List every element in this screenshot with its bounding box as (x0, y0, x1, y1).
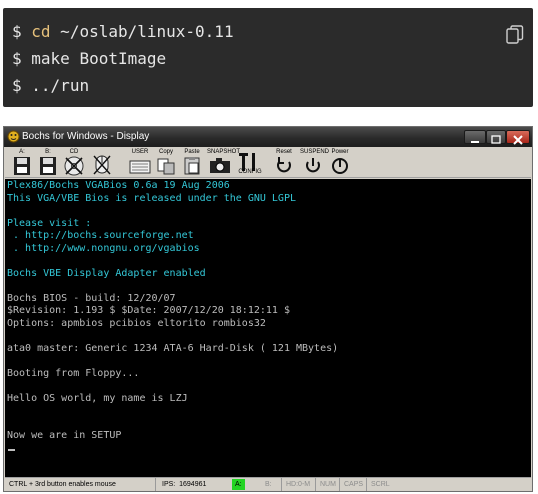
maximize-icon (491, 135, 501, 144)
hd-indicator: HD:0-M (281, 478, 310, 491)
floppy-a-button[interactable]: A: (9, 149, 35, 176)
suspend-button[interactable]: SUSPEND (300, 149, 329, 176)
command-make: make BootImage (31, 49, 167, 68)
title-bar[interactable]: Bochs for Windows - Display (4, 127, 532, 147)
command-cd: cd (31, 22, 51, 41)
caps-lock-indicator: CAPS (339, 478, 363, 491)
user-icon (129, 160, 151, 174)
num-lock-indicator: NUM (315, 478, 336, 491)
copy-toolbar-button[interactable]: Copy (153, 149, 179, 176)
screen-line: . http://www.nongnu.org/vgabios (7, 242, 200, 254)
copy-icon (506, 25, 524, 44)
screen-line: Hello OS world, my name is LZJ (7, 392, 188, 404)
reset-button[interactable]: Reset (271, 149, 297, 176)
command-run: ../run (31, 76, 90, 95)
screen-line: Bochs BIOS - build: 12/20/07 (7, 292, 176, 304)
prompt-symbol: $ (12, 22, 22, 41)
screen-line: Please visit : (7, 217, 92, 229)
floppy-a-icon (14, 157, 30, 175)
drive-b-indicator: B: (265, 481, 272, 488)
scroll-lock-indicator: SCRL (366, 478, 390, 491)
floppy-b-button[interactable]: B: (35, 149, 61, 176)
mouse-button[interactable] (89, 149, 115, 176)
bochs-window: Bochs for Windows - Display A: B: CD USE… (3, 126, 533, 492)
screen-line: Plex86/Bochs VGABios 0.6a 19 Aug 2006 (7, 180, 230, 191)
screen-line: Booting from Floppy... (7, 367, 140, 379)
ips-counter: IPS: 1694961 (155, 478, 206, 491)
code-line-make: $ make BootImage (12, 48, 166, 70)
code-line-cd: $ cd ~/oslab/linux-0.11 (12, 21, 234, 43)
screen-line: Bochs VBE Display Adapter enabled (7, 267, 206, 279)
suspend-icon (306, 158, 320, 173)
mouse-hint: CTRL + 3rd button enables mouse (9, 481, 116, 488)
paste-button[interactable]: Paste (179, 149, 205, 176)
window-title: Bochs for Windows - Display (22, 131, 150, 142)
power-button[interactable]: Power (327, 149, 353, 176)
screen-line: ata0 master: Generic 1234 ATA-6 Hard-Dis… (7, 342, 339, 354)
toolbar: A: B: CD USER Copy Paste SNAPSHOT CONFIG… (5, 147, 531, 178)
cdrom-icon (64, 156, 84, 176)
screen-line: This VGA/VBE Bios is released under the … (7, 192, 296, 204)
prompt-symbol: $ (12, 49, 22, 68)
screen-line: Options: apmbios pcibios eltorito rombio… (7, 317, 266, 329)
copy-icon (157, 158, 175, 175)
paste-icon (184, 157, 200, 175)
code-line-run: $ ../run (12, 75, 89, 97)
close-icon (513, 135, 523, 145)
code-block: $ cd ~/oslab/linux-0.11 $ make BootImage… (3, 8, 533, 107)
snapshot-icon (210, 158, 230, 173)
mouse-icon (93, 155, 111, 175)
copy-button[interactable] (506, 25, 524, 45)
snapshot-button[interactable]: SNAPSHOT (207, 149, 240, 176)
minimize-button[interactable] (464, 130, 486, 144)
cdrom-button[interactable]: CD (61, 149, 87, 176)
floppy-b-icon (40, 157, 56, 175)
text-cursor (8, 449, 15, 451)
reset-icon (277, 157, 291, 173)
power-icon (332, 158, 348, 174)
config-button[interactable]: CONFIG (237, 149, 263, 176)
status-bar: CTRL + 3rd button enables mouse IPS: 169… (5, 477, 531, 491)
user-button[interactable]: USER (127, 149, 153, 176)
minimize-icon (471, 141, 479, 143)
prompt-symbol: $ (12, 76, 22, 95)
screen-line: Now we are in SETUP (7, 430, 122, 441)
drive-a-indicator: A: (232, 479, 245, 490)
bochs-logo-icon (7, 130, 20, 143)
close-button[interactable] (506, 130, 530, 145)
screen-line: $Revision: 1.193 $ $Date: 2007/12/20 18:… (7, 305, 290, 316)
screen-line: . http://bochs.sourceforge.net (7, 230, 194, 241)
command-cd-args: ~/oslab/linux-0.11 (50, 22, 234, 41)
vm-display-screen[interactable]: Plex86/Bochs VGABios 0.6a 19 Aug 2006 Thi… (5, 179, 531, 477)
config-label: CONFIG (238, 169, 262, 175)
maximize-button[interactable] (486, 130, 506, 144)
